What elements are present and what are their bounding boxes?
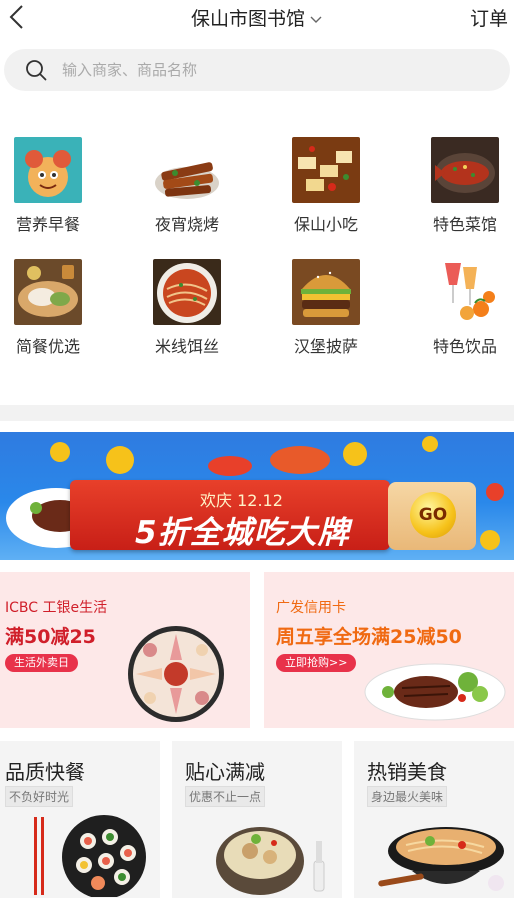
category-burger-pizza[interactable]: 汉堡披萨 bbox=[271, 259, 381, 357]
steak-plate-image bbox=[364, 663, 506, 721]
chevron-down-icon bbox=[310, 16, 322, 23]
noodle-bowl-image bbox=[378, 827, 504, 891]
location-title: 保山市图书馆 bbox=[190, 8, 305, 30]
simple-meal-image bbox=[14, 259, 82, 325]
food-delivery-home: 保山市图书馆 订单 营养早餐 bbox=[0, 0, 514, 911]
promo-brand: 广发信用卡 bbox=[276, 600, 346, 616]
card-discount[interactable]: 贴心满减 优惠不止一点 bbox=[172, 741, 342, 898]
burger-image bbox=[292, 259, 360, 325]
category-restaurant[interactable]: 特色菜馆 bbox=[410, 137, 514, 235]
search-icon bbox=[26, 60, 47, 81]
section-divider bbox=[0, 405, 514, 421]
category-label: 简餐优选 bbox=[15, 337, 80, 356]
fish-dish-image bbox=[431, 137, 499, 203]
search-input[interactable] bbox=[62, 57, 482, 83]
card-title: 品质快餐 bbox=[5, 760, 85, 784]
category-label: 汉堡披萨 bbox=[293, 337, 358, 356]
soup-bowl-image bbox=[216, 827, 325, 895]
card-title: 贴心满减 bbox=[185, 760, 265, 784]
snack-image bbox=[292, 137, 360, 203]
go-button[interactable]: GO bbox=[410, 492, 456, 538]
promo-banner[interactable]: 欢庆 12.12 5折全城吃大牌 GO bbox=[0, 432, 514, 560]
category-snack[interactable]: 保山小吃 bbox=[271, 137, 381, 235]
category-bbq[interactable]: 夜宵烧烤 bbox=[132, 147, 242, 235]
orders-link[interactable]: 订单 bbox=[470, 4, 508, 31]
category-label: 保山小吃 bbox=[293, 215, 358, 234]
category-drinks[interactable]: 特色饮品 bbox=[410, 259, 514, 357]
card-subtitle: 优惠不止一点 bbox=[185, 786, 266, 807]
category-rice-noodle[interactable]: 米线饵丝 bbox=[132, 259, 242, 357]
location-selector[interactable]: 保山市图书馆 bbox=[0, 4, 514, 31]
category-label: 特色饮品 bbox=[432, 337, 497, 356]
category-label: 夜宵烧烤 bbox=[154, 215, 219, 234]
promo-brand: ICBC 工银e生活 bbox=[5, 600, 108, 616]
top-bar: 保山市图书馆 订单 bbox=[0, 0, 514, 36]
card-subtitle: 身边最火美味 bbox=[367, 786, 448, 807]
category-label: 特色菜馆 bbox=[432, 215, 497, 234]
category-breakfast[interactable]: 营养早餐 bbox=[0, 137, 103, 235]
promo-button[interactable]: 生活外卖日 bbox=[5, 654, 78, 672]
category-label: 营养早餐 bbox=[15, 215, 80, 234]
sushi-platter-image bbox=[34, 815, 146, 897]
card-title: 热销美食 bbox=[367, 760, 447, 784]
promo-card-cgb[interactable]: 广发信用卡 周五享全场满25减50 立即抢购>> bbox=[264, 572, 514, 728]
promo-card-icbc[interactable]: ICBC 工银e生活 满50减25 生活外卖日 bbox=[0, 572, 250, 728]
bbq-image bbox=[153, 147, 221, 203]
drink-image bbox=[431, 259, 499, 325]
category-label: 米线饵丝 bbox=[154, 337, 219, 356]
category-simple-meal[interactable]: 简餐优选 bbox=[0, 259, 103, 357]
promo-button[interactable]: 立即抢购>> bbox=[276, 654, 357, 672]
promo-offer: 满50减25 bbox=[5, 626, 96, 648]
platter-image bbox=[128, 626, 224, 722]
banner-headline: 5折全城吃大牌 bbox=[135, 515, 350, 551]
card-bestseller[interactable]: 热销美食 身边最火美味 bbox=[354, 741, 514, 898]
card-subtitle: 不负好时光 bbox=[5, 786, 74, 807]
search-bar[interactable] bbox=[4, 49, 510, 91]
breakfast-image bbox=[14, 137, 82, 203]
card-quality-fastfood[interactable]: 品质快餐 不负好时光 bbox=[0, 741, 160, 898]
promo-offer: 周五享全场满25减50 bbox=[276, 626, 462, 648]
noodle-image bbox=[153, 259, 221, 325]
